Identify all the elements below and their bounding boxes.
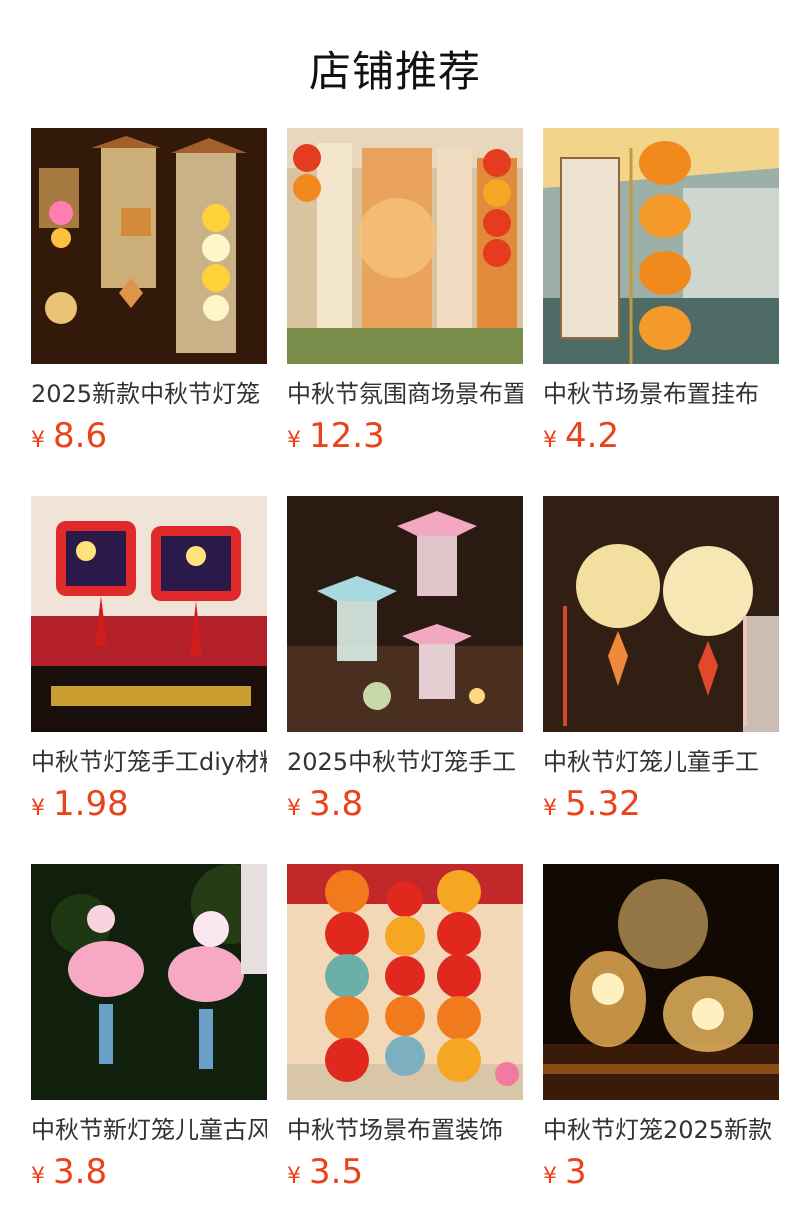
currency-symbol: ¥ — [31, 428, 45, 453]
product-card[interactable]: 中秋节新灯笼儿童古风 ¥3.8 — [31, 864, 267, 1194]
product-card[interactable]: 中秋节场景布置挂布 ¥4.2 — [543, 128, 779, 458]
price-value: 8.6 — [53, 416, 108, 456]
pagoda-lanterns-image[interactable] — [287, 496, 523, 732]
product-price: ¥8.6 — [31, 416, 107, 460]
currency-symbol: ¥ — [543, 428, 557, 453]
product-name[interactable]: 2025新款中秋节灯笼 — [31, 378, 267, 410]
hanging-palace-lanterns-image[interactable] — [31, 128, 267, 364]
currency-symbol: ¥ — [543, 796, 557, 821]
price-value: 1.98 — [53, 784, 129, 824]
currency-symbol: ¥ — [31, 796, 45, 821]
product-price: ¥3 — [543, 1152, 587, 1196]
red-drum-lanterns-image[interactable] — [31, 496, 267, 732]
product-price: ¥3.8 — [287, 784, 363, 828]
lotus-rabbit-lanterns-image[interactable] — [31, 864, 267, 1100]
product-name[interactable]: 中秋节场景布置挂布 — [543, 378, 779, 410]
price-value: 4.2 — [565, 416, 620, 456]
product-name[interactable]: 中秋节场景布置装饰 — [287, 1114, 523, 1146]
product-name[interactable]: 中秋节氛围商场景布置 — [287, 378, 523, 410]
product-card[interactable]: 2025中秋节灯笼手工 ¥3.8 — [287, 496, 523, 826]
currency-symbol: ¥ — [31, 1164, 45, 1189]
product-card[interactable]: 中秋节灯笼手工diy材料 ¥1.98 — [31, 496, 267, 826]
product-card[interactable]: 中秋节灯笼儿童手工 ¥5.32 — [543, 496, 779, 826]
product-price: ¥3.8 — [31, 1152, 107, 1196]
currency-symbol: ¥ — [287, 796, 301, 821]
currency-symbol: ¥ — [287, 1164, 301, 1189]
glowing-rabbit-lanterns-image[interactable] — [543, 864, 779, 1100]
product-name[interactable]: 中秋节灯笼2025新款 — [543, 1114, 779, 1146]
mid-autumn-banner-decor-image[interactable] — [287, 128, 523, 364]
currency-symbol: ¥ — [543, 1164, 557, 1189]
product-price: ¥12.3 — [287, 416, 385, 460]
price-value: 3 — [565, 1152, 587, 1192]
product-name[interactable]: 中秋节新灯笼儿童古风 — [31, 1114, 267, 1146]
product-name[interactable]: 中秋节灯笼手工diy材料 — [31, 746, 267, 778]
currency-symbol: ¥ — [287, 428, 301, 453]
product-name[interactable]: 中秋节灯笼儿童手工 — [543, 746, 779, 778]
product-price: ¥3.5 — [287, 1152, 363, 1196]
price-value: 5.32 — [565, 784, 641, 824]
product-price: ¥1.98 — [31, 784, 129, 828]
price-value: 3.8 — [309, 784, 364, 824]
price-value: 3.5 — [309, 1152, 364, 1192]
price-value: 3.8 — [53, 1152, 108, 1192]
stacked-paper-lanterns-image[interactable] — [287, 864, 523, 1100]
hanging-scroll-orange-lanterns-image[interactable] — [543, 128, 779, 364]
shop-recommend-page: 店铺推荐 2025新款中秋节灯笼 ¥ 8.6 中秋节氛围商场景布置 ¥ 12.3… — [0, 0, 790, 1232]
product-card[interactable]: 中秋节场景布置装饰 ¥3.5 — [287, 864, 523, 1194]
price-value: 12.3 — [309, 416, 385, 456]
product-card[interactable]: 2025新款中秋节灯笼 ¥8.6 — [31, 128, 267, 458]
page-title: 店铺推荐 — [308, 47, 481, 96]
product-price: ¥5.32 — [543, 784, 641, 828]
product-name[interactable]: 2025中秋节灯笼手工 — [287, 746, 523, 778]
product-price: ¥4.2 — [543, 416, 619, 460]
product-card[interactable]: 中秋节灯笼2025新款 ¥3 — [543, 864, 779, 1194]
product-card[interactable]: 中秋节氛围商场景布置 ¥12.3 — [287, 128, 523, 458]
round-fan-lanterns-image[interactable] — [543, 496, 779, 732]
